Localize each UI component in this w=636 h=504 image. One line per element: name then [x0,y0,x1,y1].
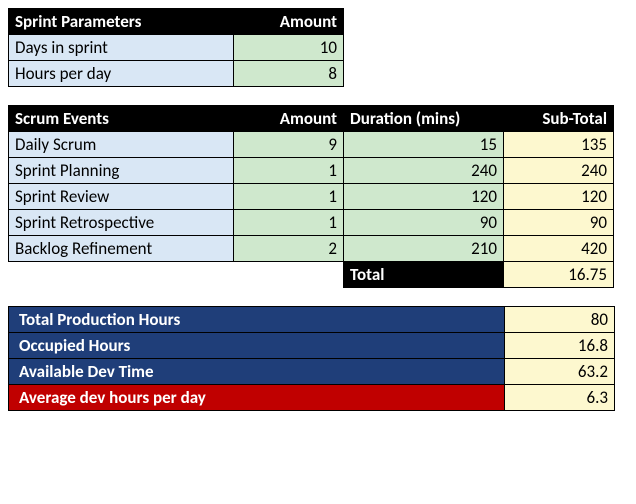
table-row: Hours per day 8 [9,61,344,87]
param-label: Hours per day [9,61,234,87]
event-duration: 90 [344,210,504,236]
event-label: Sprint Review [9,184,234,210]
col-header: Sub-Total [504,106,614,132]
col-header: Duration (mins) [344,106,504,132]
sprint-params-table: Sprint Parameters Amount Days in sprint … [8,8,344,87]
event-amount: 1 [234,158,344,184]
event-duration: 210 [344,236,504,262]
event-subtotal: 420 [504,236,614,262]
table-header-row: Scrum Events Amount Duration (mins) Sub-… [9,106,614,132]
table-row: Daily Scrum 9 15 135 [9,132,614,158]
summary-row: Average dev hours per day 6.3 [9,385,615,411]
summary-label: Total Production Hours [9,307,505,333]
summary-row: Total Production Hours 80 [9,307,615,333]
col-header: Sprint Parameters [9,9,234,35]
summary-row: Occupied Hours 16.8 [9,333,615,359]
summary-table: Total Production Hours 80 Occupied Hours… [8,306,615,411]
event-label: Sprint Retrospective [9,210,234,236]
table-row: Sprint Planning 1 240 240 [9,158,614,184]
param-amount: 10 [234,35,344,61]
event-amount: 1 [234,210,344,236]
table-header-row: Sprint Parameters Amount [9,9,344,35]
event-label: Daily Scrum [9,132,234,158]
table-row: Sprint Review 1 120 120 [9,184,614,210]
table-row: Backlog Refinement 2 210 420 [9,236,614,262]
event-duration: 15 [344,132,504,158]
event-subtotal: 240 [504,158,614,184]
event-label: Backlog Refinement [9,236,234,262]
param-label: Days in sprint [9,35,234,61]
summary-label: Occupied Hours [9,333,505,359]
col-header: Amount [234,106,344,132]
event-label: Sprint Planning [9,158,234,184]
summary-row: Available Dev Time 63.2 [9,359,615,385]
param-amount: 8 [234,61,344,87]
scrum-events-table: Scrum Events Amount Duration (mins) Sub-… [8,105,614,288]
event-amount: 2 [234,236,344,262]
event-amount: 9 [234,132,344,158]
table-row: Sprint Retrospective 1 90 90 [9,210,614,236]
col-header: Scrum Events [9,106,234,132]
event-duration: 120 [344,184,504,210]
summary-value: 16.8 [505,333,615,359]
summary-label: Available Dev Time [9,359,505,385]
summary-value: 63.2 [505,359,615,385]
spacer [9,262,234,288]
summary-label: Average dev hours per day [9,385,505,411]
total-row: Total 16.75 [9,262,614,288]
total-label: Total [344,262,504,288]
summary-value: 6.3 [505,385,615,411]
event-amount: 1 [234,184,344,210]
event-duration: 240 [344,158,504,184]
event-subtotal: 90 [504,210,614,236]
summary-value: 80 [505,307,615,333]
spacer [234,262,344,288]
col-header: Amount [234,9,344,35]
table-row: Days in sprint 10 [9,35,344,61]
total-value: 16.75 [504,262,614,288]
event-subtotal: 135 [504,132,614,158]
event-subtotal: 120 [504,184,614,210]
